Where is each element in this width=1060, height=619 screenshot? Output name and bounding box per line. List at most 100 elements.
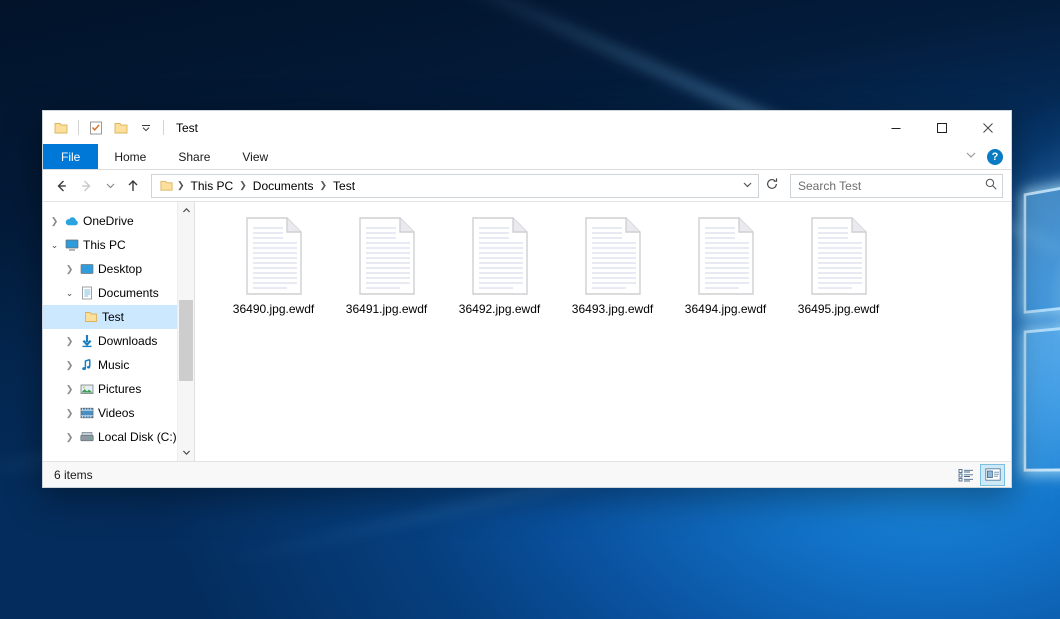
sidebar-item-label: Videos: [96, 406, 134, 420]
forward-button[interactable]: [75, 174, 99, 198]
help-icon[interactable]: ?: [987, 149, 1003, 165]
file-name-label: 36495.jpg.ewdf: [798, 302, 879, 316]
folder-icon[interactable]: [50, 117, 72, 139]
sidebar-item-local-disk-c[interactable]: ❯ Local Disk (C:): [43, 425, 194, 449]
sidebar-item-test[interactable]: Test: [43, 305, 194, 329]
sidebar-item-label: Pictures: [96, 382, 141, 396]
refresh-button[interactable]: [761, 177, 783, 194]
file-item[interactable]: 36491.jpg.ewdf: [330, 216, 443, 334]
back-button[interactable]: [49, 174, 73, 198]
sidebar-item-pictures[interactable]: ❯ Pictures: [43, 377, 194, 401]
file-item[interactable]: 36492.jpg.ewdf: [443, 216, 556, 334]
quick-access-toolbar: [43, 117, 167, 139]
sidebar-item-label: Desktop: [96, 262, 142, 276]
breadcrumb: ❯ This PC ❯ Documents ❯ Test: [176, 179, 738, 193]
music-icon: [77, 357, 96, 373]
tab-view[interactable]: View: [226, 144, 284, 169]
up-button[interactable]: [121, 174, 145, 198]
sidebar-scrollbar[interactable]: [177, 202, 194, 461]
desktop-icon: [77, 261, 96, 277]
item-count-label: 6 items: [54, 468, 93, 482]
file-name-label: 36491.jpg.ewdf: [346, 302, 427, 316]
sidebar-item-label: OneDrive: [81, 214, 134, 228]
search-box[interactable]: Search Test: [790, 174, 1003, 198]
window-body: ❯ OneDrive ⌄ This PC ❯: [43, 201, 1011, 461]
sidebar-item-downloads[interactable]: ❯ Downloads: [43, 329, 194, 353]
scrollbar-track[interactable]: [178, 219, 194, 444]
breadcrumb-item-documents[interactable]: Documents: [248, 179, 319, 193]
search-icon[interactable]: [984, 177, 998, 194]
properties-icon[interactable]: [85, 117, 107, 139]
sidebar-item-label: Documents: [96, 286, 159, 300]
tab-file[interactable]: File: [43, 144, 98, 169]
sidebar-item-label: Music: [96, 358, 129, 372]
tab-share[interactable]: Share: [162, 144, 226, 169]
address-dropdown-chevron-down-icon[interactable]: [738, 179, 756, 192]
generic-document-icon: [356, 216, 418, 296]
onedrive-cloud-icon: [62, 213, 81, 229]
tab-home[interactable]: Home: [98, 144, 162, 169]
sidebar-item-desktop[interactable]: ❯ Desktop: [43, 257, 194, 281]
ribbon-tab-bar: File Home Share View ?: [43, 144, 1011, 170]
chevron-right-icon[interactable]: ❯: [62, 360, 77, 371]
address-bar: ❯ This PC ❯ Documents ❯ Test Search Test: [43, 170, 1011, 201]
file-list-pane[interactable]: 36490.jpg.ewdf 36491.jpg.ewdf: [195, 202, 1011, 461]
chevron-right-icon[interactable]: ❯: [62, 264, 77, 275]
chevron-right-icon[interactable]: ❯: [62, 408, 77, 419]
file-item[interactable]: 36494.jpg.ewdf: [669, 216, 782, 334]
downloads-icon: [77, 333, 96, 349]
new-folder-icon[interactable]: [110, 117, 132, 139]
chevron-down-icon[interactable]: ⌄: [62, 288, 77, 299]
file-explorer-window: Test File Home Share View ?: [42, 110, 1012, 488]
breadcrumb-separator: ❯: [238, 180, 248, 191]
local-disk-icon: [77, 429, 96, 445]
sidebar-item-label: Local Disk (C:): [96, 430, 177, 444]
folder-tree: ❯ OneDrive ⌄ This PC ❯: [43, 202, 194, 449]
file-name-label: 36494.jpg.ewdf: [685, 302, 766, 316]
file-item[interactable]: 36493.jpg.ewdf: [556, 216, 669, 334]
scroll-up-arrow-icon[interactable]: [178, 202, 194, 219]
large-icons-view-button[interactable]: [980, 464, 1005, 486]
recent-locations-chevron-down-icon[interactable]: [101, 174, 119, 198]
sidebar-item-label: Test: [100, 310, 124, 324]
breadcrumb-separator: ❯: [176, 180, 186, 191]
chevron-right-icon[interactable]: ❯: [47, 216, 62, 227]
sidebar-item-documents[interactable]: ⌄ Documents: [43, 281, 194, 305]
sidebar-item-music[interactable]: ❯ Music: [43, 353, 194, 377]
sidebar-item-this-pc[interactable]: ⌄ This PC: [43, 233, 194, 257]
search-input[interactable]: Search Test: [798, 179, 984, 193]
chevron-right-icon[interactable]: ❯: [62, 384, 77, 395]
minimize-button[interactable]: [873, 111, 919, 144]
details-view-button[interactable]: [954, 465, 977, 485]
this-pc-monitor-icon: [62, 237, 81, 253]
chevron-right-icon[interactable]: ❯: [62, 336, 77, 347]
close-button[interactable]: [965, 111, 1011, 144]
window-title: Test: [176, 121, 198, 135]
file-item[interactable]: 36495.jpg.ewdf: [782, 216, 895, 334]
breadcrumb-item-test[interactable]: Test: [328, 179, 360, 193]
title-bar: Test: [43, 111, 1011, 144]
documents-icon: [77, 285, 96, 301]
sidebar-item-label: Downloads: [96, 334, 157, 348]
file-name-label: 36490.jpg.ewdf: [233, 302, 314, 316]
generic-document-icon: [582, 216, 644, 296]
maximize-button[interactable]: [919, 111, 965, 144]
breadcrumb-bar[interactable]: ❯ This PC ❯ Documents ❯ Test: [151, 174, 759, 198]
quick-access-dropdown-icon[interactable]: [135, 117, 157, 139]
toolbar-separator: [78, 120, 79, 135]
ribbon-right-controls: ?: [965, 144, 1011, 169]
breadcrumb-item-this-pc[interactable]: This PC: [186, 179, 239, 193]
pictures-icon: [77, 381, 96, 397]
scrollbar-thumb[interactable]: [179, 300, 193, 381]
file-item[interactable]: 36490.jpg.ewdf: [217, 216, 330, 334]
title-separator: [163, 120, 164, 135]
scroll-down-arrow-icon[interactable]: [178, 444, 194, 461]
sidebar-item-onedrive[interactable]: ❯ OneDrive: [43, 209, 194, 233]
folder-icon: [81, 309, 100, 325]
breadcrumb-folder-icon: [157, 178, 176, 193]
sidebar-item-videos[interactable]: ❯ Videos: [43, 401, 194, 425]
expand-ribbon-chevron-down-icon[interactable]: [965, 149, 977, 164]
chevron-right-icon[interactable]: ❯: [62, 432, 77, 443]
view-mode-buttons: [954, 464, 1005, 486]
chevron-down-icon[interactable]: ⌄: [47, 240, 62, 251]
